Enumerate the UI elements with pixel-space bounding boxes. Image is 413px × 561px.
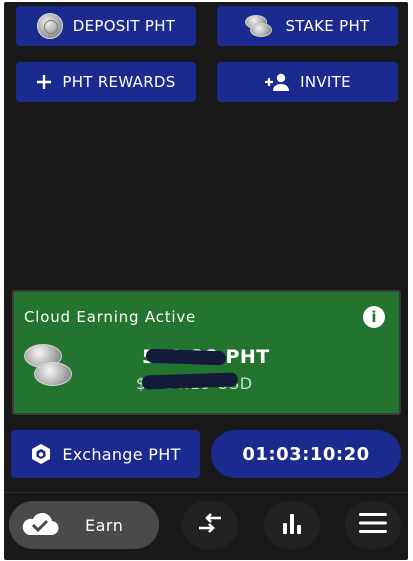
- swap-arrows-icon: [197, 512, 223, 538]
- cube-icon: [30, 443, 52, 465]
- deposit-pht-button[interactable]: DEPOSIT PHT: [16, 6, 196, 46]
- plus-icon: [36, 74, 52, 90]
- countdown-timer: 01:03:10:20: [211, 430, 401, 478]
- stacked-coins-icon: [245, 13, 275, 39]
- pht-coins-icon: [24, 344, 76, 392]
- bar-chart-icon: [280, 511, 304, 539]
- cloud-check-icon: [19, 509, 59, 541]
- exchange-pht-button[interactable]: Exchange PHT: [11, 430, 200, 478]
- nav-divider: [4, 492, 408, 493]
- pht-balance-unit: PHT: [225, 346, 270, 368]
- invite-button[interactable]: INVITE: [217, 62, 398, 102]
- pht-rewards-label: PHT REWARDS: [62, 73, 176, 91]
- nav-swap-button[interactable]: [182, 501, 238, 549]
- cloud-earning-card: Cloud Earning Active i 540.38 PHT $0.14.…: [12, 290, 401, 415]
- redaction-mark: [145, 348, 227, 366]
- deposit-pht-label: DEPOSIT PHT: [72, 17, 176, 35]
- pht-rewards-button[interactable]: PHT REWARDS: [16, 62, 196, 102]
- stake-pht-button[interactable]: STAKE PHT: [217, 6, 398, 46]
- nav-stats-button[interactable]: [264, 501, 320, 549]
- invite-label: INVITE: [300, 73, 351, 91]
- nav-menu-button[interactable]: [345, 501, 401, 549]
- add-person-icon: [264, 73, 290, 91]
- app-screen: DEPOSIT PHT STAKE PHT PHT REWARDS INVITE…: [4, 2, 408, 560]
- hamburger-menu-icon: [358, 512, 388, 538]
- card-title: Cloud Earning Active: [24, 308, 197, 326]
- info-icon[interactable]: i: [363, 306, 385, 328]
- stake-pht-label: STAKE PHT: [285, 17, 370, 35]
- coin-icon: [36, 13, 63, 39]
- nav-earn-tab[interactable]: Earn: [9, 501, 159, 549]
- exchange-pht-label: Exchange PHT: [62, 444, 181, 464]
- nav-earn-label: Earn: [85, 515, 124, 535]
